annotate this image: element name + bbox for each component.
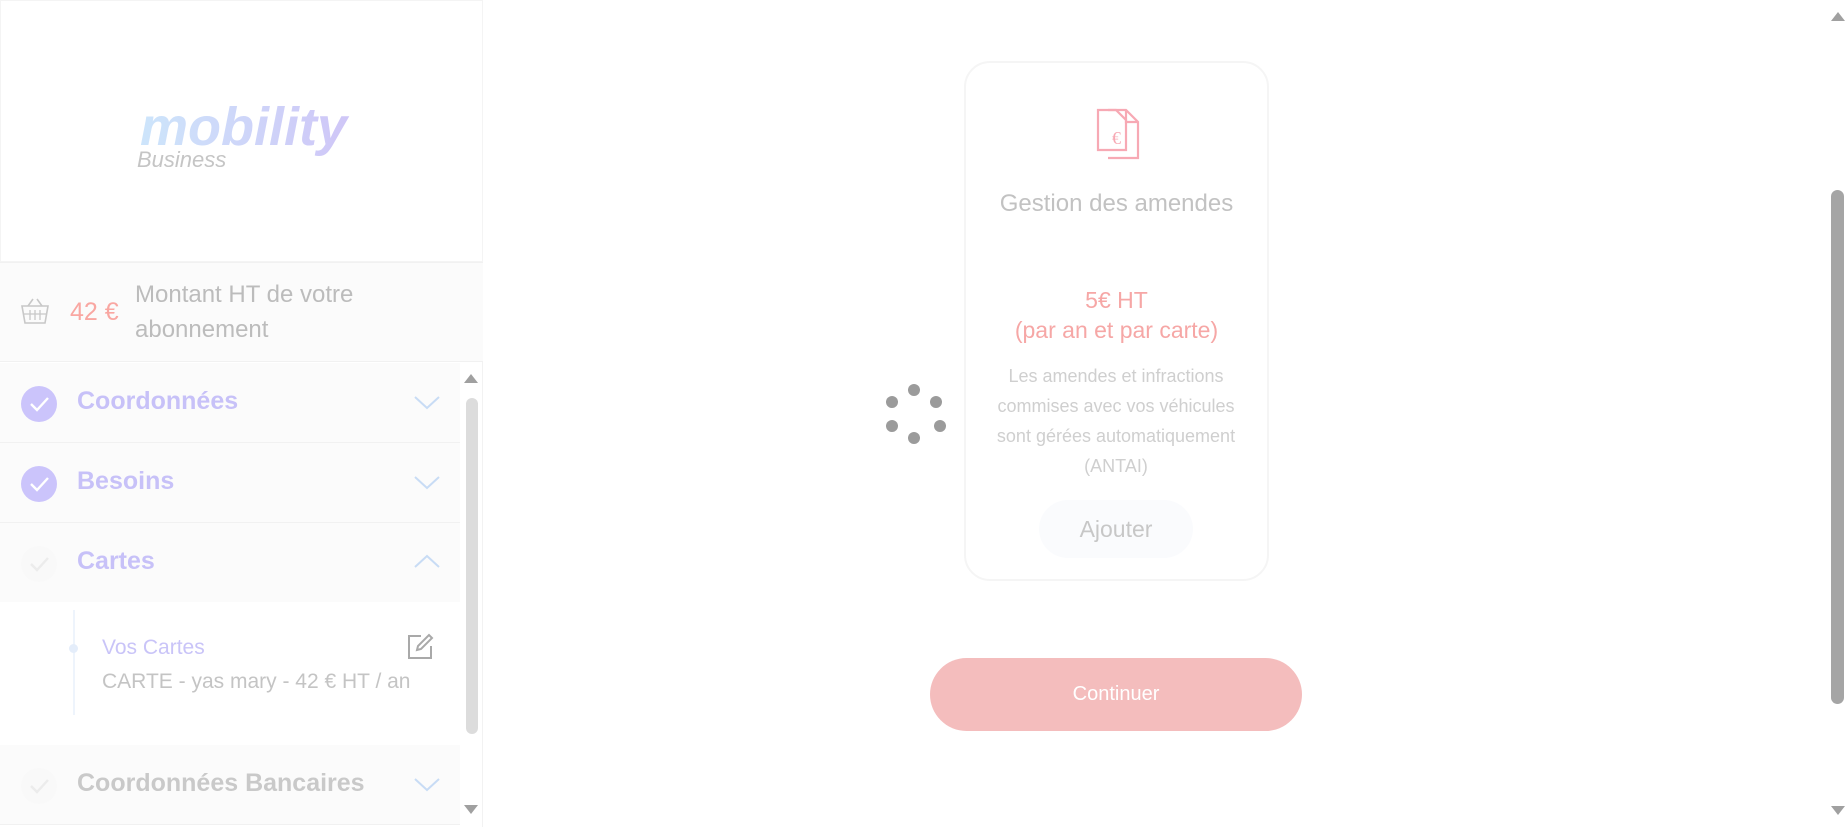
- step-coordonnees-bancaires[interactable]: Coordonnées Bancaires: [0, 745, 460, 825]
- card-price: 5€ HT (par an et par carte): [964, 285, 1269, 345]
- main-scroll-thumb[interactable]: [1831, 190, 1844, 704]
- check-icon: [21, 546, 57, 582]
- card-description: Les amendes et infractions commises avec…: [996, 366, 1236, 476]
- continue-button[interactable]: Continuer: [930, 658, 1302, 731]
- loading-spinner-icon: [882, 382, 946, 446]
- chevron-down-icon[interactable]: [414, 777, 440, 793]
- chevron-down-icon[interactable]: [414, 395, 440, 411]
- logo-area: mobility Business: [0, 0, 483, 262]
- sidebar: mobility Business 42 € Montant HT de vot…: [0, 0, 483, 827]
- step-label: Coordonnées: [77, 387, 239, 415]
- subscription-amount-bar: 42 € Montant HT de votre abonnement: [0, 262, 483, 362]
- add-button[interactable]: Ajouter: [1039, 500, 1193, 558]
- substep-dot: [69, 644, 78, 653]
- mobility-business-logo: mobility Business: [137, 97, 350, 172]
- sidebar-scroll-thumb[interactable]: [466, 398, 478, 734]
- basket-icon: [21, 298, 49, 324]
- edit-icon[interactable]: [405, 632, 435, 662]
- step-label: Coordonnées Bancaires: [77, 769, 365, 797]
- substep-line: [73, 610, 75, 715]
- step-label: Besoins: [77, 467, 175, 495]
- main-scroll-up-icon[interactable]: [1831, 12, 1845, 21]
- card-title: Gestion des amendes: [999, 190, 1234, 217]
- chevron-down-icon[interactable]: [414, 475, 440, 491]
- step-besoins[interactable]: Besoins: [0, 443, 460, 523]
- main-scroll-down-icon[interactable]: [1831, 806, 1845, 815]
- check-icon: [21, 386, 57, 422]
- check-icon: [21, 466, 57, 502]
- logo-sub-text: Business: [137, 147, 226, 172]
- card-detail: CARTE - yas mary - 42 € HT / an: [102, 670, 411, 693]
- step-coordonnees[interactable]: Coordonnées: [0, 363, 460, 443]
- step-label: Cartes: [77, 547, 155, 575]
- sidebar-scroll-down-icon[interactable]: [464, 805, 478, 814]
- step-cartes[interactable]: Cartes: [0, 523, 460, 603]
- sidebar-scroll-up-icon[interactable]: [464, 374, 478, 383]
- chevron-up-icon[interactable]: [414, 553, 440, 569]
- amount-label: Montant HT de votre abonnement: [135, 281, 354, 343]
- check-icon: [21, 768, 57, 804]
- euro-symbol: €: [1112, 128, 1121, 148]
- price-amount: 5€ HT: [1085, 287, 1148, 313]
- price-period: (par an et par carte): [1014, 317, 1219, 343]
- amount-value: 42 €: [70, 298, 119, 326]
- vos-cartes-title[interactable]: Vos Cartes: [102, 636, 205, 660]
- fines-document-icon: €: [1096, 108, 1140, 160]
